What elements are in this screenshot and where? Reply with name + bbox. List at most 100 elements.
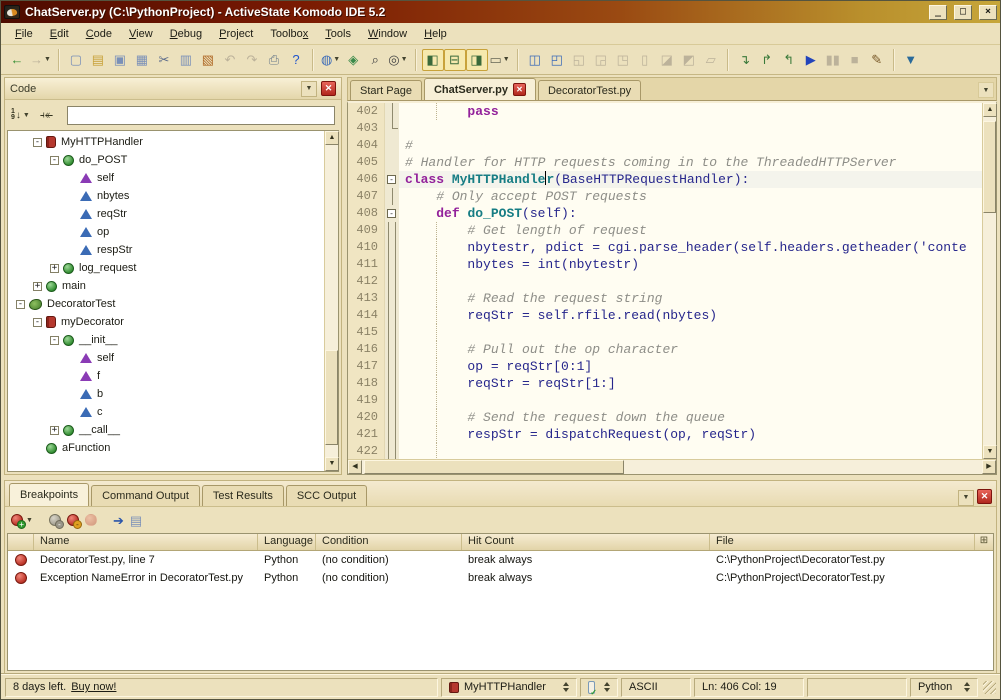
code-line-408[interactable]: 408- def do_POST(self): (348, 205, 982, 222)
tree-item-c[interactable]: c (8, 403, 324, 421)
tree-item-self[interactable]: self (8, 169, 324, 187)
tree-item-op[interactable]: op (8, 223, 324, 241)
editor-hscrollbar-thumb[interactable] (364, 460, 624, 474)
breakpoint-properties-button[interactable]: ▤ (130, 514, 142, 527)
menu-edit[interactable]: Edit (42, 25, 77, 43)
tab-decoratortest-py[interactable]: DecoratorTest.py (538, 80, 641, 100)
code-line-405[interactable]: 405# Handler for HTTP requests coming in… (348, 154, 982, 171)
collapse-icon[interactable]: - (33, 318, 42, 327)
menu-debug[interactable]: Debug (162, 25, 210, 43)
expand-icon[interactable]: + (50, 264, 59, 273)
fold-collapse-icon[interactable]: - (387, 175, 396, 184)
fold-margin[interactable] (384, 290, 399, 307)
panel-close-button[interactable]: ✕ (321, 81, 336, 96)
save-all-button[interactable]: ▦ (131, 49, 153, 71)
save-button[interactable]: ▣ (109, 49, 131, 71)
komodo-badge-button[interactable]: ▼ (900, 49, 922, 71)
menu-view[interactable]: View (121, 25, 161, 43)
enable-all-breakpoints-button[interactable] (85, 514, 97, 526)
resize-grip[interactable] (983, 681, 996, 694)
scroll-up-icon[interactable]: ▲ (983, 103, 997, 117)
step-into-button[interactable]: ↴ (734, 49, 756, 71)
tree-item-mydecorator[interactable]: -myDecorator (8, 313, 324, 331)
code-filter-input[interactable] (67, 106, 335, 125)
new-file-button[interactable]: ▢ (65, 49, 87, 71)
open-file-button[interactable]: ▤ (87, 49, 109, 71)
preview-in-browser-button[interactable]: ◍▼ (319, 49, 342, 71)
fold-margin[interactable] (384, 324, 399, 341)
menu-help[interactable]: Help (416, 25, 455, 43)
language-segment[interactable]: Python (910, 678, 978, 697)
maximize-button[interactable]: □ (954, 5, 972, 20)
column-header-icon[interactable] (8, 534, 34, 550)
go-debug-button[interactable]: ▶ (800, 49, 822, 71)
code-line-404[interactable]: 404# (348, 137, 982, 154)
fold-margin[interactable] (384, 443, 399, 459)
add-to-toolbox-button[interactable]: ◰ (546, 49, 568, 71)
code-line-410[interactable]: 410 nbytestr, pdict = cgi.parse_header(s… (348, 239, 982, 256)
panel-menu-button[interactable]: ▼ (301, 81, 317, 97)
expand-icon[interactable]: + (33, 282, 42, 291)
column-header-file[interactable]: File (710, 534, 975, 550)
code-line-418[interactable]: 418 reqStr = reqStr[1:] (348, 375, 982, 392)
fold-collapse-icon[interactable]: - (387, 209, 396, 218)
collapse-icon[interactable]: - (50, 156, 59, 165)
collapse-icon[interactable]: - (33, 138, 42, 147)
step-over-button[interactable]: ↱ (756, 49, 778, 71)
code-line-419[interactable]: 419 (348, 392, 982, 409)
code-line-406[interactable]: 406-class MyHTTPHandler(BaseHTTPRequestH… (348, 171, 982, 188)
tree-item-respstr[interactable]: respStr (8, 241, 324, 259)
copy-button[interactable]: ▥ (175, 49, 197, 71)
breakpoint-row[interactable]: Exception NameError in DecoratorTest.pyP… (8, 569, 993, 587)
help-button[interactable]: ? (285, 49, 307, 71)
fold-margin[interactable] (384, 120, 399, 137)
fold-margin[interactable] (384, 137, 399, 154)
paste-button[interactable]: ▧ (197, 49, 219, 71)
fold-margin[interactable] (384, 222, 399, 239)
tab-scc-output[interactable]: SCC Output (286, 485, 367, 506)
add-breakpoint-button[interactable]: +▼ (11, 514, 33, 526)
code-line-415[interactable]: 415 (348, 324, 982, 341)
collapse-icon[interactable]: - (50, 336, 59, 345)
fold-margin[interactable] (384, 341, 399, 358)
column-header-condition[interactable]: Condition (316, 534, 462, 550)
tree-item-__init__[interactable]: -__init__ (8, 331, 324, 349)
code-line-422[interactable]: 422 (348, 443, 982, 459)
fold-margin[interactable] (384, 426, 399, 443)
fold-margin[interactable] (384, 256, 399, 273)
sort-order-button[interactable]: 19↓▼ (11, 109, 30, 121)
column-header-name[interactable]: Name (34, 534, 258, 550)
minimize-button[interactable]: _ (929, 5, 947, 20)
code-line-417[interactable]: 417 op = reqStr[0:1] (348, 358, 982, 375)
bottom-panel-menu-button[interactable]: ▼ (958, 490, 974, 506)
back-button[interactable]: ← (6, 49, 28, 71)
tree-item-reqstr[interactable]: reqStr (8, 205, 324, 223)
toggle-left-pane-button[interactable]: ◧ (422, 49, 444, 71)
tab-breakpoints[interactable]: Breakpoints (9, 483, 89, 506)
code-line-414[interactable]: 414 reqStr = self.rfile.read(nbytes) (348, 307, 982, 324)
toggle-breakpoint-wand-button[interactable]: ✎ (866, 49, 888, 71)
fold-margin[interactable]: - (384, 171, 399, 188)
code-line-411[interactable]: 411 nbytes = int(nbytestr) (348, 256, 982, 273)
tree-item-__call__[interactable]: +__call__ (8, 421, 324, 439)
tree-item-nbytes[interactable]: nbytes (8, 187, 324, 205)
editor-vscrollbar-thumb[interactable] (983, 121, 996, 213)
code-line-412[interactable]: 412 (348, 273, 982, 290)
menu-window[interactable]: Window (360, 25, 415, 43)
tree-item-do_post[interactable]: -do_POST (8, 151, 324, 169)
tab-overflow-button[interactable]: ▼ (978, 82, 994, 98)
code-line-407[interactable]: 407 # Only accept POST requests (348, 188, 982, 205)
current-symbol-segment[interactable]: MyHTTPHandler (441, 678, 577, 697)
fold-margin[interactable] (384, 409, 399, 426)
dropdown-caret-icon[interactable]: ▼ (26, 517, 33, 524)
tab-start-page[interactable]: Start Page (350, 80, 422, 100)
breakpoint-row[interactable]: DecoratorTest.py, line 7Python(no condit… (8, 551, 993, 569)
tree-item-afunction[interactable]: aFunction (8, 439, 324, 457)
syntax-spinner-icon[interactable] (604, 682, 610, 692)
fold-margin[interactable] (384, 154, 399, 171)
fold-margin[interactable] (384, 375, 399, 392)
step-out-button[interactable]: ↰ (778, 49, 800, 71)
scroll-down-icon[interactable]: ▼ (983, 445, 997, 459)
code-line-413[interactable]: 413 # Read the request string (348, 290, 982, 307)
refresh-status-button[interactable]: ◫ (524, 49, 546, 71)
